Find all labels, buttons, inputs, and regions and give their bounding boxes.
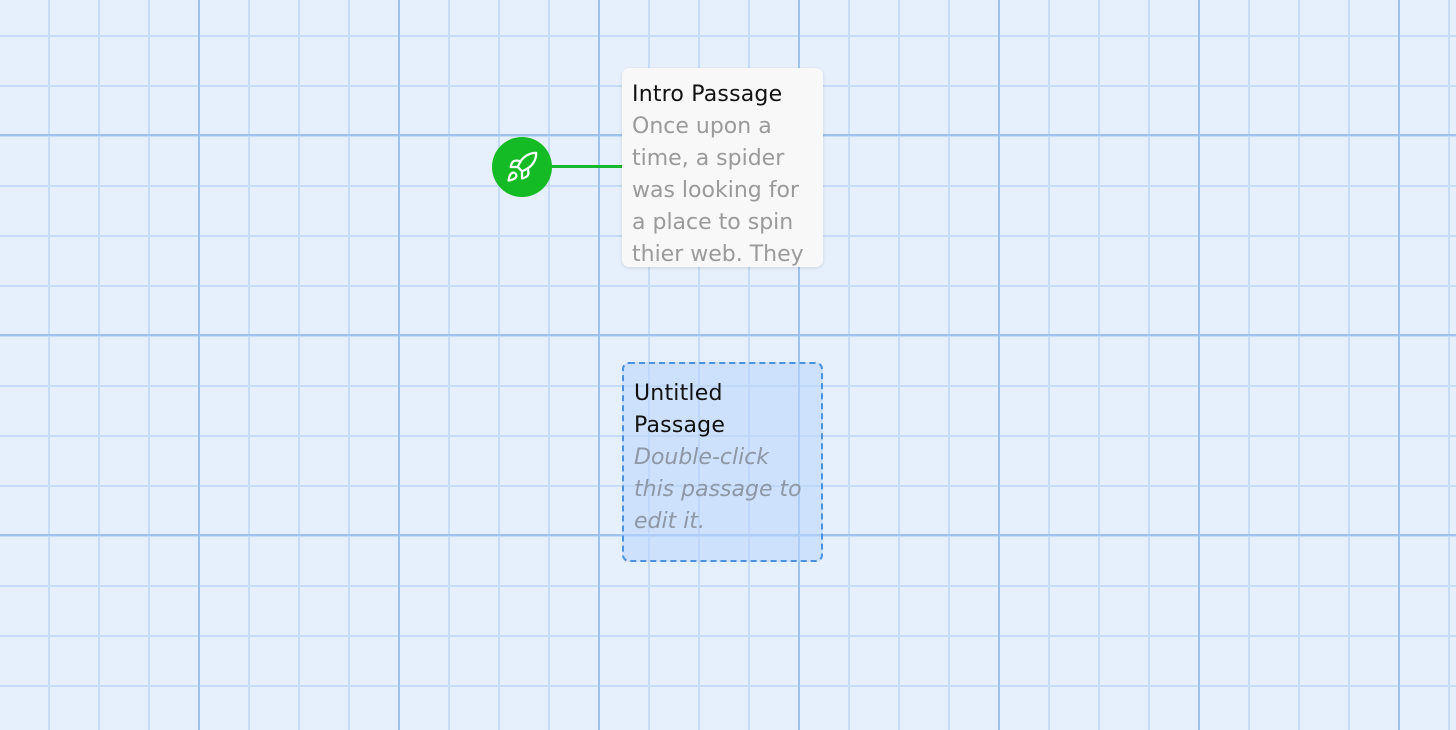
passage-title: Untitled Passage xyxy=(634,381,726,438)
passage-excerpt: Once upon a time, a spider was looking f… xyxy=(632,114,804,267)
start-passage-marker[interactable] xyxy=(492,137,552,197)
rocket-icon xyxy=(507,151,538,182)
passage-card-untitled[interactable]: Untitled Passage Double-click this passa… xyxy=(622,362,823,562)
start-connector-line xyxy=(549,165,624,168)
passage-excerpt: Double-click this passage to edit it. xyxy=(634,445,802,534)
passage-card-intro[interactable]: Intro Passage Once upon a time, a spider… xyxy=(622,68,823,267)
story-map-canvas[interactable]: Intro Passage Once upon a time, a spider… xyxy=(0,0,1456,730)
passage-title: Intro Passage xyxy=(632,82,783,107)
